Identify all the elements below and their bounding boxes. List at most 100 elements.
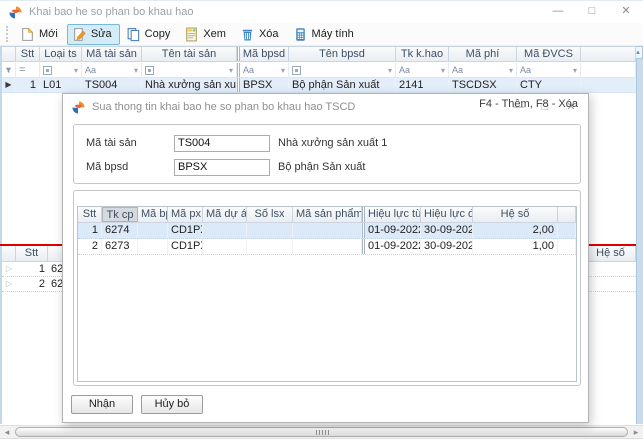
- alloc-header-ma-du-an[interactable]: Mã dự án: [203, 207, 247, 222]
- scroll-right-icon[interactable]: ▸: [629, 426, 643, 438]
- column-header-ten-bpsd[interactable]: Tên bpsd: [289, 47, 396, 61]
- main-grid-header: Stt Loại ts Mã tài sản Tên tài sản Mã bp…: [2, 46, 636, 62]
- chevron-down-icon[interactable]: ▾: [509, 66, 513, 75]
- application-window: Khai bao he so phan bo khau hao — □ ✕ Mớ…: [0, 0, 643, 441]
- accept-button[interactable]: Nhận: [71, 395, 133, 414]
- alloc-header-ma-bp[interactable]: Mã bp: [138, 207, 168, 222]
- filter-box-icon: [43, 66, 52, 75]
- horizontal-scrollbar[interactable]: ◂ ▸: [0, 425, 643, 439]
- alloc-header-filler: [558, 207, 576, 222]
- column-header-tk-khao[interactable]: Tk k.hao: [396, 47, 449, 61]
- filter-tk-khao[interactable]: Aa ▾: [396, 63, 449, 77]
- allocation-grid: Stt Tk cp Mã bp Mã px Mã dự án Số lsx Mã…: [77, 206, 577, 382]
- alloc-cell-tk-cp: 6273: [102, 239, 138, 254]
- delete-button[interactable]: Xóa: [235, 24, 287, 45]
- alloc-header-tk-cp[interactable]: Tk cp: [102, 207, 138, 222]
- edit-button-label: Sửa: [91, 28, 112, 40]
- close-button[interactable]: ✕: [609, 1, 643, 23]
- scroll-left-icon[interactable]: ◂: [0, 426, 14, 438]
- alloc-cell-hieu-luc-den: 30-09-2022: [421, 239, 473, 254]
- vertical-scrollbar[interactable]: [636, 46, 643, 424]
- edit-dialog: Sua thong tin khai bao he so phan bo kha…: [62, 93, 589, 423]
- view-button[interactable]: Xem: [179, 24, 234, 45]
- alloc-header-hieu-luc-tu[interactable]: Hiệu lực từ n: [365, 207, 421, 222]
- table-row[interactable]: 1 6274 CD1PX1 01-09-2022 30-09-2022 2,00: [78, 223, 576, 239]
- column-header-ma-phi[interactable]: Mã phí: [449, 47, 517, 61]
- alloc-header-so-lsx[interactable]: Số lsx: [247, 207, 293, 222]
- alloc-cell-stt: 2: [78, 239, 102, 254]
- chevron-down-icon[interactable]: ▾: [573, 66, 577, 75]
- column-header-stt[interactable]: Stt: [16, 47, 40, 61]
- filter-stt[interactable]: =: [16, 63, 40, 77]
- maximize-button[interactable]: □: [575, 1, 609, 23]
- table-row[interactable]: 2 6273 CD1PX2 01-09-2022 30-09-2022 1,00: [78, 239, 576, 255]
- filter-row: = ▾ Aa ▾ ▾ Aa ▾ ▾ Aa ▾ Aa ▾: [2, 63, 636, 78]
- toolbar-grip[interactable]: [6, 26, 10, 42]
- row-marker-icon: ▷: [2, 262, 16, 276]
- chevron-down-icon[interactable]: ▾: [281, 66, 285, 75]
- scrollbar-grip-icon: [316, 430, 329, 435]
- table-row[interactable]: ▶ 1 L01 TS004 Nhà xưởng sản xuất 1 BPSX …: [2, 78, 636, 93]
- alloc-cell-filler: [558, 239, 576, 254]
- detail-header-stt[interactable]: Stt: [16, 246, 48, 261]
- cell-ten-bpsd: Bộ phận Sản xuất: [289, 78, 396, 92]
- chevron-down-icon[interactable]: ▾: [74, 66, 78, 75]
- ma-tai-san-input[interactable]: [174, 135, 270, 152]
- equals-icon: =: [19, 64, 25, 76]
- alloc-header-hieu-luc-den[interactable]: Hiệu lực đến: [421, 207, 473, 222]
- new-document-icon: [20, 27, 35, 42]
- dialog-title: Sua thong tin khai bao he so phan bo kha…: [92, 101, 355, 113]
- alloc-cell-ma-du-an: [203, 239, 247, 254]
- column-header-ma-dvcs[interactable]: Mã ĐVCS: [517, 47, 581, 61]
- cell-ma-phi: TSCDSX: [449, 78, 517, 92]
- filter-ma-dvcs[interactable]: Aa ▾: [517, 63, 581, 77]
- row-marker-icon: ▷: [2, 277, 16, 291]
- filter-funnel-cell[interactable]: [2, 63, 16, 77]
- fields-groupbox: Mã tài sản Nhà xưởng sản xuất 1 Mã bpsd …: [73, 124, 581, 184]
- chevron-down-icon[interactable]: ▾: [441, 66, 445, 75]
- column-header-ma-bpsd[interactable]: Mã bpsd: [240, 47, 289, 61]
- column-header-ten-tai-san[interactable]: Tên tài sản: [142, 47, 237, 61]
- detail-cell-stt: 2: [16, 277, 48, 291]
- app-logo-icon: [9, 6, 22, 19]
- chevron-down-icon[interactable]: ▾: [229, 66, 233, 75]
- filter-loai-ts[interactable]: ▾: [40, 63, 82, 77]
- filter-ma-tai-san[interactable]: Aa ▾: [82, 63, 142, 77]
- column-header-loai-ts[interactable]: Loại ts: [40, 47, 82, 61]
- minimize-button[interactable]: —: [541, 1, 575, 23]
- copy-button[interactable]: Copy: [121, 24, 179, 45]
- detail-cell-he-so: [585, 262, 636, 276]
- text-filter-icon: Aa: [520, 65, 531, 75]
- allocation-grid-header: Stt Tk cp Mã bp Mã px Mã dự án Số lsx Mã…: [78, 207, 576, 223]
- edit-button[interactable]: Sửa: [67, 24, 120, 45]
- new-button[interactable]: Mới: [15, 24, 66, 45]
- text-filter-icon: Aa: [452, 65, 463, 75]
- chevron-down-icon[interactable]: ▾: [134, 66, 138, 75]
- copy-icon: [126, 27, 141, 42]
- alloc-header-stt[interactable]: Stt: [78, 207, 102, 222]
- alloc-cell-stt: 1: [78, 223, 102, 238]
- window-title: Khai bao he so phan bo khau hao: [29, 6, 194, 18]
- column-header-ma-tai-san[interactable]: Mã tài sản: [82, 47, 142, 61]
- field-row-ma-tai-san: Mã tài sản Nhà xưởng sản xuất 1: [74, 134, 580, 152]
- cell-ma-tai-san: TS004: [82, 78, 142, 92]
- scrollbar-thumb[interactable]: [15, 427, 628, 437]
- alloc-header-ma-san-pham[interactable]: Mã sản phẩm: [293, 207, 362, 222]
- detail-header-he-so[interactable]: Hệ số: [585, 246, 636, 261]
- main-titlebar: Khai bao he so phan bo khau hao — □ ✕: [0, 1, 643, 23]
- alloc-header-he-so[interactable]: Hệ số: [473, 207, 558, 222]
- ma-bpsd-desc: Bộ phận Sản xuất: [278, 161, 365, 173]
- trash-icon: [240, 27, 255, 42]
- alloc-header-ma-px[interactable]: Mã px: [168, 207, 203, 222]
- edit-icon: [72, 27, 87, 42]
- filter-ten-tai-san[interactable]: ▾: [142, 63, 237, 77]
- ma-bpsd-input[interactable]: [174, 159, 270, 176]
- filter-ma-bpsd[interactable]: Aa ▾: [240, 63, 289, 77]
- new-button-label: Mới: [39, 28, 58, 40]
- chevron-down-icon[interactable]: ▾: [388, 66, 392, 75]
- filter-ten-bpsd[interactable]: ▾: [289, 63, 396, 77]
- calculator-button[interactable]: Máy tính: [288, 24, 362, 45]
- filter-ma-phi[interactable]: Aa ▾: [449, 63, 517, 77]
- cancel-button[interactable]: Hủy bỏ: [141, 395, 203, 414]
- cell-ma-bpsd: BPSX: [240, 78, 289, 92]
